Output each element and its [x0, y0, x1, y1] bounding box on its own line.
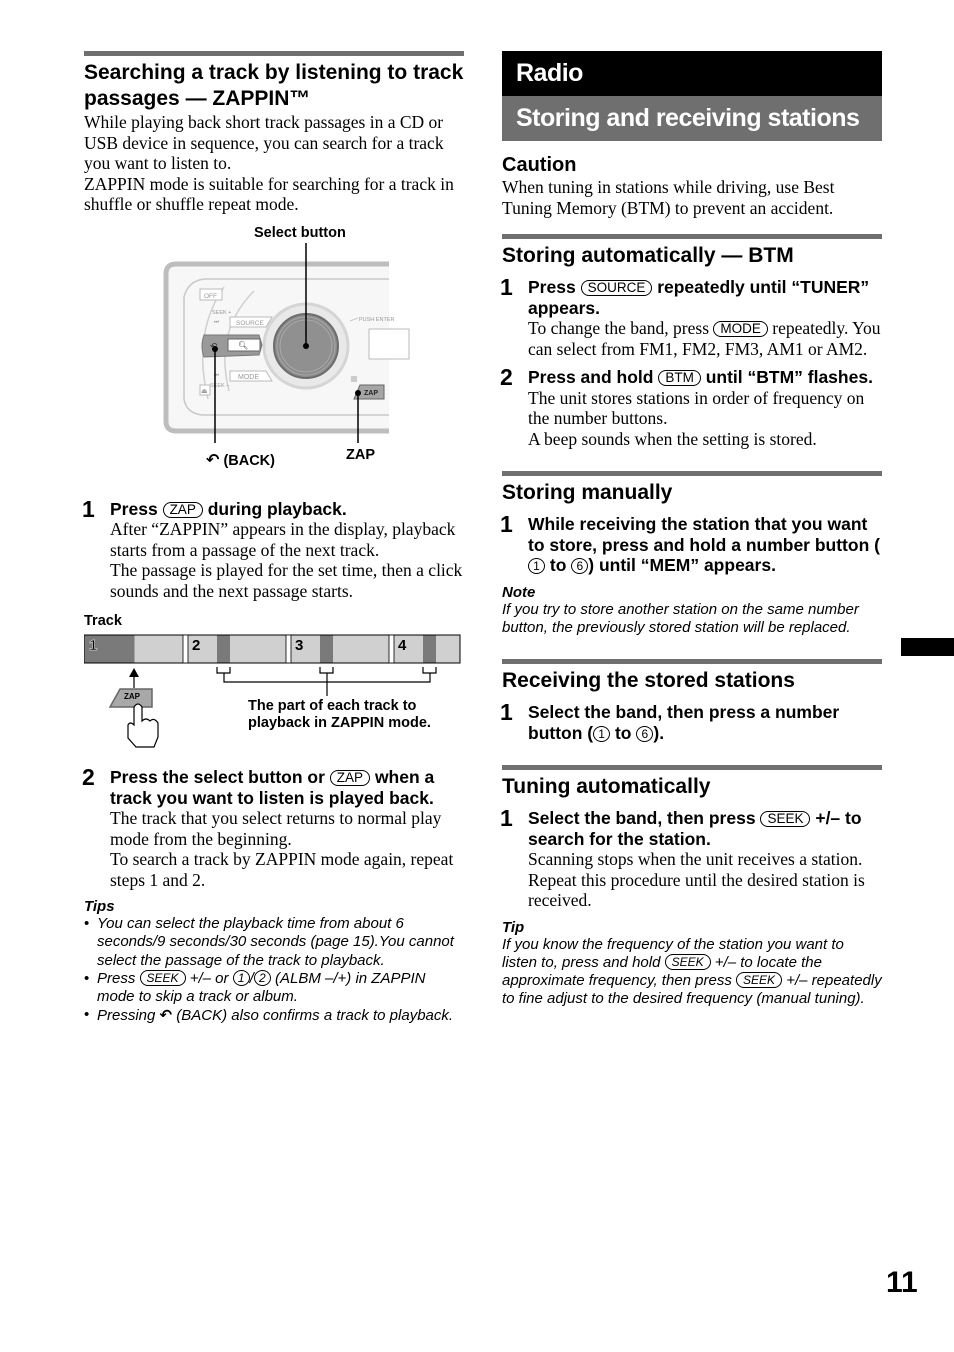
device-figure: OFF SEEK + ⏭ SOURCE 🔍︎ ↶ MODE ⏮ SEEK – ⏏ — [84, 221, 464, 493]
back-callout: ↶ (BACK) — [206, 449, 275, 469]
tip-item: You can select the playback time from ab… — [84, 915, 464, 970]
number-key-6: 6 — [636, 725, 654, 742]
tip-item: Press SEEK +/– or 1/2 (ALBM –/+) in ZAPP… — [84, 969, 464, 1007]
track-diagram — [84, 634, 461, 748]
track-num-2: 2 — [192, 637, 201, 654]
track-num-3: 3 — [295, 637, 304, 654]
seek-key: SEEK — [139, 969, 186, 986]
zap-callout: ZAP — [346, 446, 375, 463]
step-number: 2 — [82, 764, 95, 790]
note-text: If you try to store another station on t… — [502, 600, 859, 636]
search-glyph: 🔍︎ — [238, 341, 248, 350]
receiving-heading: Receiving the stored stations — [502, 669, 795, 693]
step-number: 1 — [500, 699, 513, 726]
back-icon: ↶ — [159, 1006, 173, 1025]
zappin-heading: Searching a track by listening to track … — [84, 61, 464, 110]
off-label: OFF — [204, 293, 217, 300]
seek-key: SEEK — [760, 811, 811, 828]
step-body: The track that you select returns to nor… — [110, 808, 442, 849]
push-enter-label: PUSH ENTER — [359, 317, 394, 323]
number-key-1: 1 — [232, 969, 250, 986]
receiving-section: Receiving the stored stations 1 Select t… — [500, 659, 882, 743]
display-window — [368, 328, 410, 359]
manual-heading: Storing manually — [502, 481, 673, 504]
caution-text: When tuning in stations while driving, u… — [502, 177, 835, 218]
step-body: The passage is played for the set time, … — [110, 560, 463, 601]
step-title: Press ZAP during playback. — [110, 498, 347, 519]
zappin-intro-2: ZAPPIN mode is suitable for searching fo… — [84, 173, 454, 215]
track-num-4: 4 — [398, 637, 407, 654]
section-title: Storing and receiving stations — [502, 96, 882, 141]
left-column: Searching a track by listening to track … — [82, 51, 464, 1026]
seek-minus-label: SEEK – — [210, 383, 230, 389]
btm-section: Storing automatically — BTM 1 Press SOUR… — [500, 234, 882, 449]
zappin-caption: The part of each track to playback in ZA… — [248, 698, 431, 731]
mode-key: MODE — [713, 321, 768, 337]
step-number: 1 — [82, 495, 95, 522]
seek-key: SEEK — [664, 953, 711, 970]
tuning-step-1: 1 Select the band, then press SEEK +/– t… — [500, 805, 865, 911]
step-title: Press the select button or ZAP when a tr… — [110, 767, 435, 808]
number-key-2: 2 — [253, 969, 271, 986]
number-key-6: 6 — [571, 558, 589, 574]
manual-section: Storing manually 1 While receiving the s… — [500, 471, 882, 637]
seek-key: SEEK — [736, 972, 783, 989]
caution-heading: Caution — [502, 154, 577, 176]
step-body: To search a track by ZAPPIN mode again, … — [110, 849, 454, 890]
tip-item: Pressing ↶ (BACK) also confirms a track … — [84, 1006, 464, 1025]
chapter-title: Radio — [502, 51, 882, 96]
caution-block: Caution When tuning in stations while dr… — [502, 153, 882, 218]
zappin-step-2: 2 Press the select button or ZAP when a … — [82, 764, 464, 890]
right-column: Radio Storing and receiving stations Cau… — [500, 51, 882, 1009]
zappin-passage-4 — [423, 635, 436, 663]
zappin-passage-3 — [320, 635, 333, 663]
zap-key: ZAP — [162, 501, 203, 518]
number-key-1: 1 — [593, 725, 611, 742]
seek-plus-label: SEEK + — [212, 310, 231, 316]
hand-icon — [127, 703, 159, 748]
track-num-1: 1 — [89, 637, 98, 655]
track-figure: Track 1 2 3 4 ZAP The part of each track… — [84, 613, 464, 763]
btm-key: BTM — [658, 370, 701, 386]
step-number: 1 — [500, 511, 513, 537]
svg-text:⏏: ⏏ — [201, 387, 208, 395]
tuning-heading: Tuning automatically — [502, 775, 711, 799]
source-label: SOURCE — [236, 320, 264, 327]
manual-step-1: 1 While receiving the station that you w… — [500, 511, 880, 575]
zappin-step-1: 1 Press ZAP during playback. After “ZAPP… — [82, 495, 464, 602]
zap-key-text: ZAP — [124, 692, 140, 701]
tuning-section: Tuning automatically 1 Select the band, … — [500, 765, 882, 1009]
zappin-passage-2 — [217, 635, 230, 663]
chapter-tab-marker — [901, 638, 954, 656]
mode-label: MODE — [238, 374, 259, 381]
source-key: SOURCE — [580, 280, 653, 296]
tips-block: Tips You can select the playback time fr… — [84, 898, 464, 1026]
step-body: After “ZAPPIN” appears in the display, p… — [110, 519, 456, 560]
section-rule — [84, 51, 464, 56]
step-number: 1 — [500, 805, 513, 832]
back-icon: ↶ — [206, 449, 220, 469]
step-number: 1 — [500, 274, 513, 300]
note-heading: Note — [502, 583, 536, 601]
zappin-intro-1: While playing back short track passages … — [84, 112, 444, 173]
select-button-callout: Select button — [254, 224, 346, 241]
page-number: 11 — [886, 1266, 918, 1299]
btm-step-1: 1 Press SOURCE repeatedly until “TUNER” … — [500, 274, 881, 359]
tip-heading: Tip — [502, 918, 525, 936]
tip-text: If you know the frequency of the station… — [502, 935, 882, 1008]
btm-step-2: 2 Press and hold BTM until “BTM” flashes… — [500, 364, 873, 449]
receiving-step-1: 1 Select the band, then press a number b… — [500, 699, 840, 743]
zap-device-label: ZAP — [364, 390, 378, 397]
svg-text:⏭: ⏭ — [214, 319, 219, 325]
number-key-1: 1 — [528, 558, 545, 574]
btm-heading: Storing automatically — BTM — [502, 244, 794, 267]
step-number: 2 — [500, 364, 513, 390]
zap-key: ZAP — [329, 770, 371, 786]
tips-heading: Tips — [84, 898, 115, 915]
arrow-up — [129, 668, 139, 677]
